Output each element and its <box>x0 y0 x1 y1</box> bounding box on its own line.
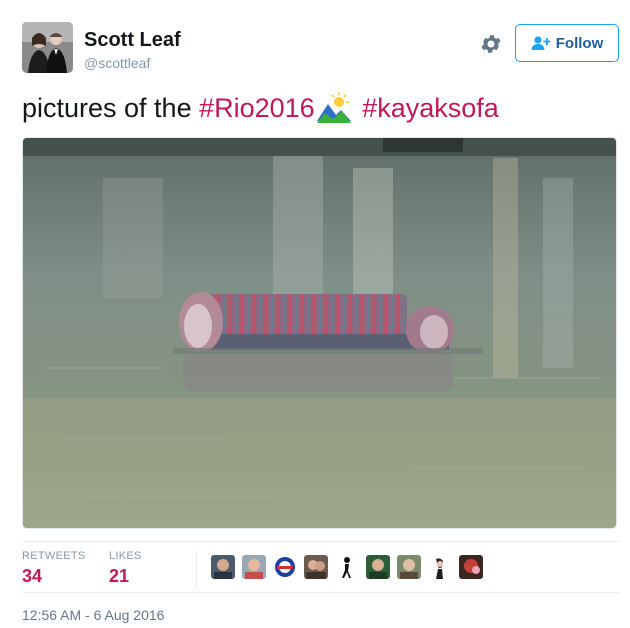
liker-avatar[interactable] <box>459 555 483 579</box>
liker-avatar[interactable] <box>366 555 390 579</box>
follow-label: Follow <box>555 34 604 52</box>
author-avatar[interactable] <box>22 22 73 73</box>
liker-avatar[interactable] <box>304 555 328 579</box>
tweet-text-prefix: pictures of the <box>22 93 200 123</box>
retweets-count[interactable]: 34 <box>22 566 42 587</box>
retweets-label: RETWEETS <box>22 550 86 562</box>
liker-avatar[interactable] <box>211 555 235 579</box>
author-handle[interactable]: @scottleaf <box>84 55 150 71</box>
tweet-photo[interactable] <box>22 137 617 529</box>
liker-avatar[interactable] <box>242 555 266 579</box>
follow-button[interactable]: Follow <box>515 24 619 62</box>
likes-label: LIKES <box>109 550 142 562</box>
liker-avatar[interactable] <box>428 555 452 579</box>
divider-bottom <box>22 592 619 593</box>
liker-avatar[interactable] <box>335 555 359 579</box>
liker-avatar[interactable] <box>397 555 421 579</box>
hashtag-rio2016[interactable]: #Rio2016 <box>199 93 315 123</box>
liker-avatar[interactable] <box>273 555 297 579</box>
liker-avatars <box>211 555 483 579</box>
tweet-timestamp[interactable]: 12:56 AM - 6 Aug 2016 <box>22 607 164 623</box>
gear-icon[interactable] <box>479 32 503 56</box>
add-user-icon <box>531 36 551 50</box>
hashtag-kayaksofa[interactable]: #kayaksofa <box>362 93 499 123</box>
divider-top <box>22 541 619 542</box>
sunrise-over-mountains-icon <box>316 91 351 123</box>
likes-count[interactable]: 21 <box>109 566 129 587</box>
tweet-text: pictures of the #Rio2016 #kayaksofa <box>22 90 499 126</box>
author-name[interactable]: Scott Leaf <box>84 29 181 52</box>
stats-separator <box>196 550 197 588</box>
